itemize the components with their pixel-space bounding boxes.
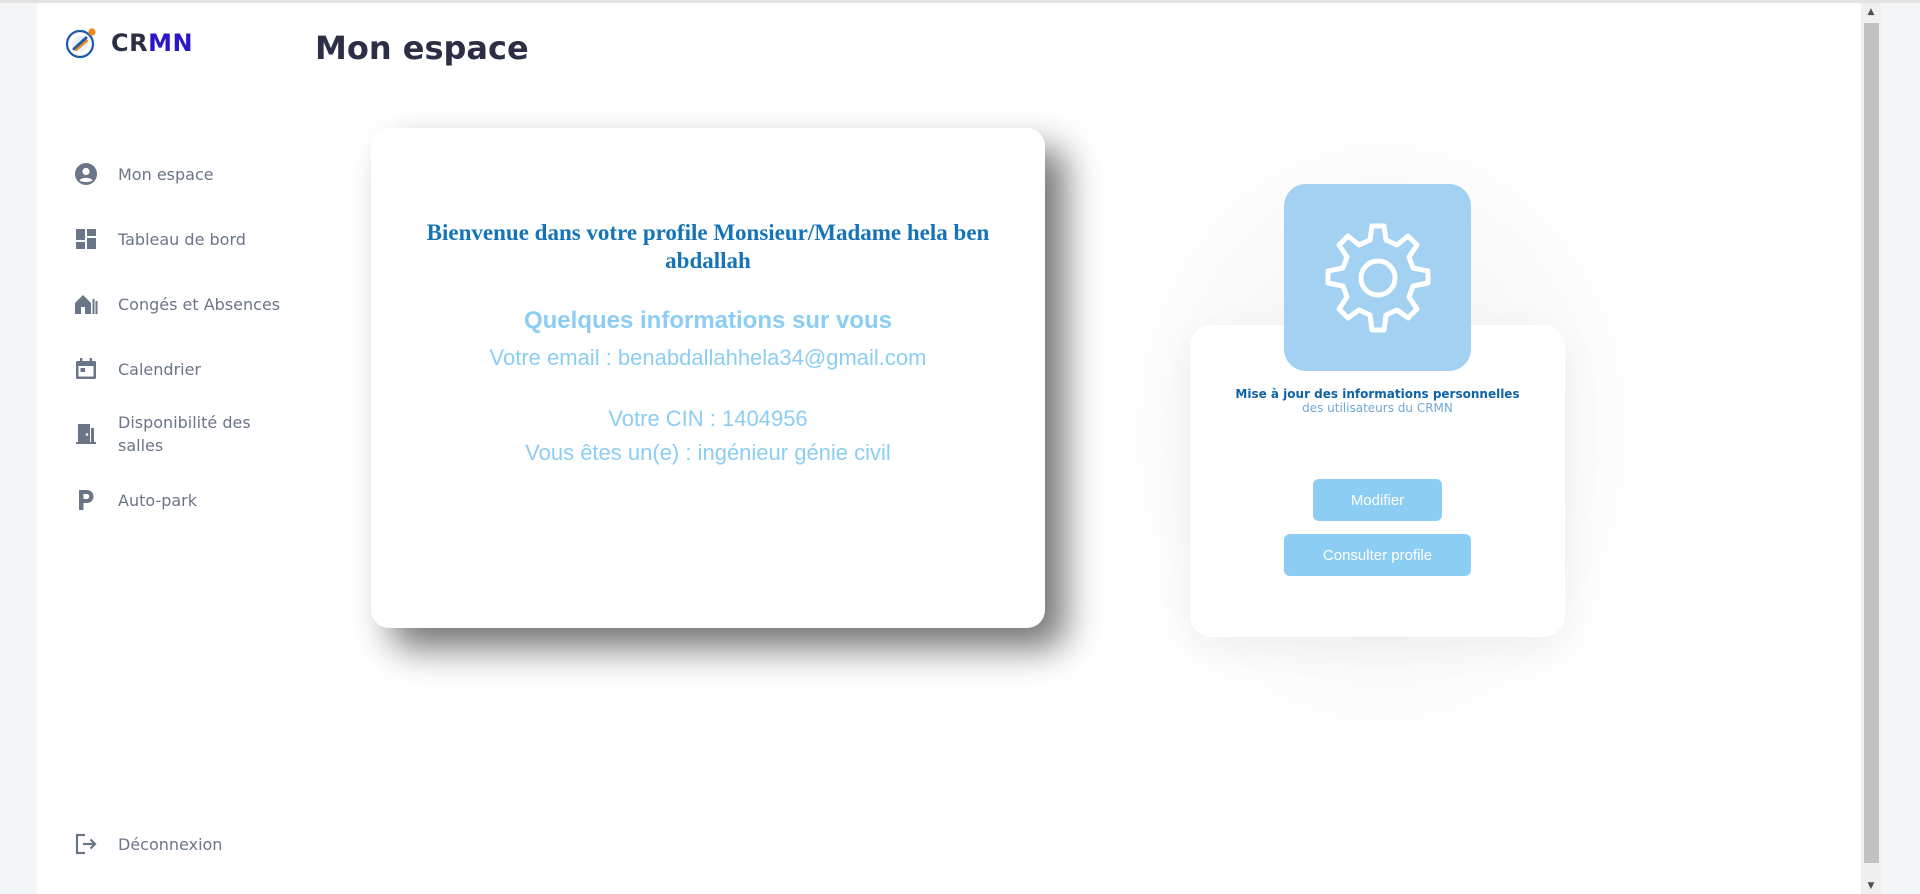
scrollbar-thumb[interactable] <box>1864 23 1879 863</box>
app-window: CRMN Mon espace Tableau de bord Congés e… <box>37 3 1861 894</box>
logout-icon <box>74 832 98 856</box>
sidebar-item-label: Mon espace <box>118 164 214 184</box>
user-circle-icon <box>74 162 98 186</box>
modify-button[interactable]: Modifier <box>1313 479 1442 521</box>
info-heading: Quelques informations sur vous <box>523 307 893 334</box>
sidebar-item-disponibilite-salles[interactable]: Disponibilité des salles <box>74 411 283 457</box>
sidebar-item-tableau-de-bord[interactable]: Tableau de bord <box>74 227 246 251</box>
dashboard-grid-icon <box>74 227 98 251</box>
logo-text: CRMN <box>111 29 193 57</box>
sidebar-item-auto-park[interactable]: Auto-park <box>74 488 197 512</box>
sidebar-item-label: Auto-park <box>118 490 198 510</box>
vertical-scrollbar[interactable]: ▲ ▼ <box>1861 3 1881 894</box>
settings-card: Mise à jour des informations personnelle… <box>1190 325 1565 637</box>
sidebar-item-label: Disponibilité des salles <box>118 413 251 455</box>
calendar-icon <box>74 357 98 381</box>
sidebar-item-label: Tableau de bord <box>118 229 246 249</box>
logo-text-mn: MN <box>148 29 194 57</box>
sidebar-item-mon-espace[interactable]: Mon espace <box>74 162 214 186</box>
scroll-up-arrow-icon[interactable]: ▲ <box>1861 3 1881 20</box>
sidebar-item-label: Calendrier <box>118 359 202 379</box>
logo-icon <box>65 27 97 59</box>
logout-label: Déconnexion <box>118 834 223 854</box>
settings-icon-tile <box>1284 184 1471 371</box>
cin-info: Votre CIN : 1404956 <box>608 406 808 431</box>
sidebar-item-calendrier[interactable]: Calendrier <box>74 357 201 381</box>
gear-icon <box>1325 223 1430 332</box>
view-profile-button[interactable]: Consulter profile <box>1284 534 1471 576</box>
house-icon <box>74 292 98 316</box>
role-info: Vous êtes un(e) : ingénieur génie civil <box>525 440 891 465</box>
welcome-card: Bienvenue dans votre profile Monsieur/Ma… <box>371 128 1045 628</box>
scroll-down-arrow-icon[interactable]: ▼ <box>1861 877 1881 894</box>
brand-logo[interactable]: CRMN <box>65 27 193 59</box>
email-info: Votre email : benabdallahhela34@gmail.co… <box>489 345 927 370</box>
page-title: Mon espace <box>315 29 529 67</box>
door-icon <box>74 422 98 446</box>
sidebar-item-label: Congés et Absences <box>118 294 281 314</box>
logo-text-cr: CR <box>111 29 149 57</box>
settings-title: Mise à jour des informations personnelle… <box>1235 387 1520 401</box>
logout-button[interactable]: Déconnexion <box>74 832 222 856</box>
sidebar-item-conges-absences[interactable]: Congés et Absences <box>74 292 280 316</box>
welcome-title: Bienvenue dans votre profile Monsieur/Ma… <box>426 220 990 273</box>
parking-icon <box>74 488 98 512</box>
settings-subtitle: des utilisateurs du CRMN <box>1302 401 1453 415</box>
